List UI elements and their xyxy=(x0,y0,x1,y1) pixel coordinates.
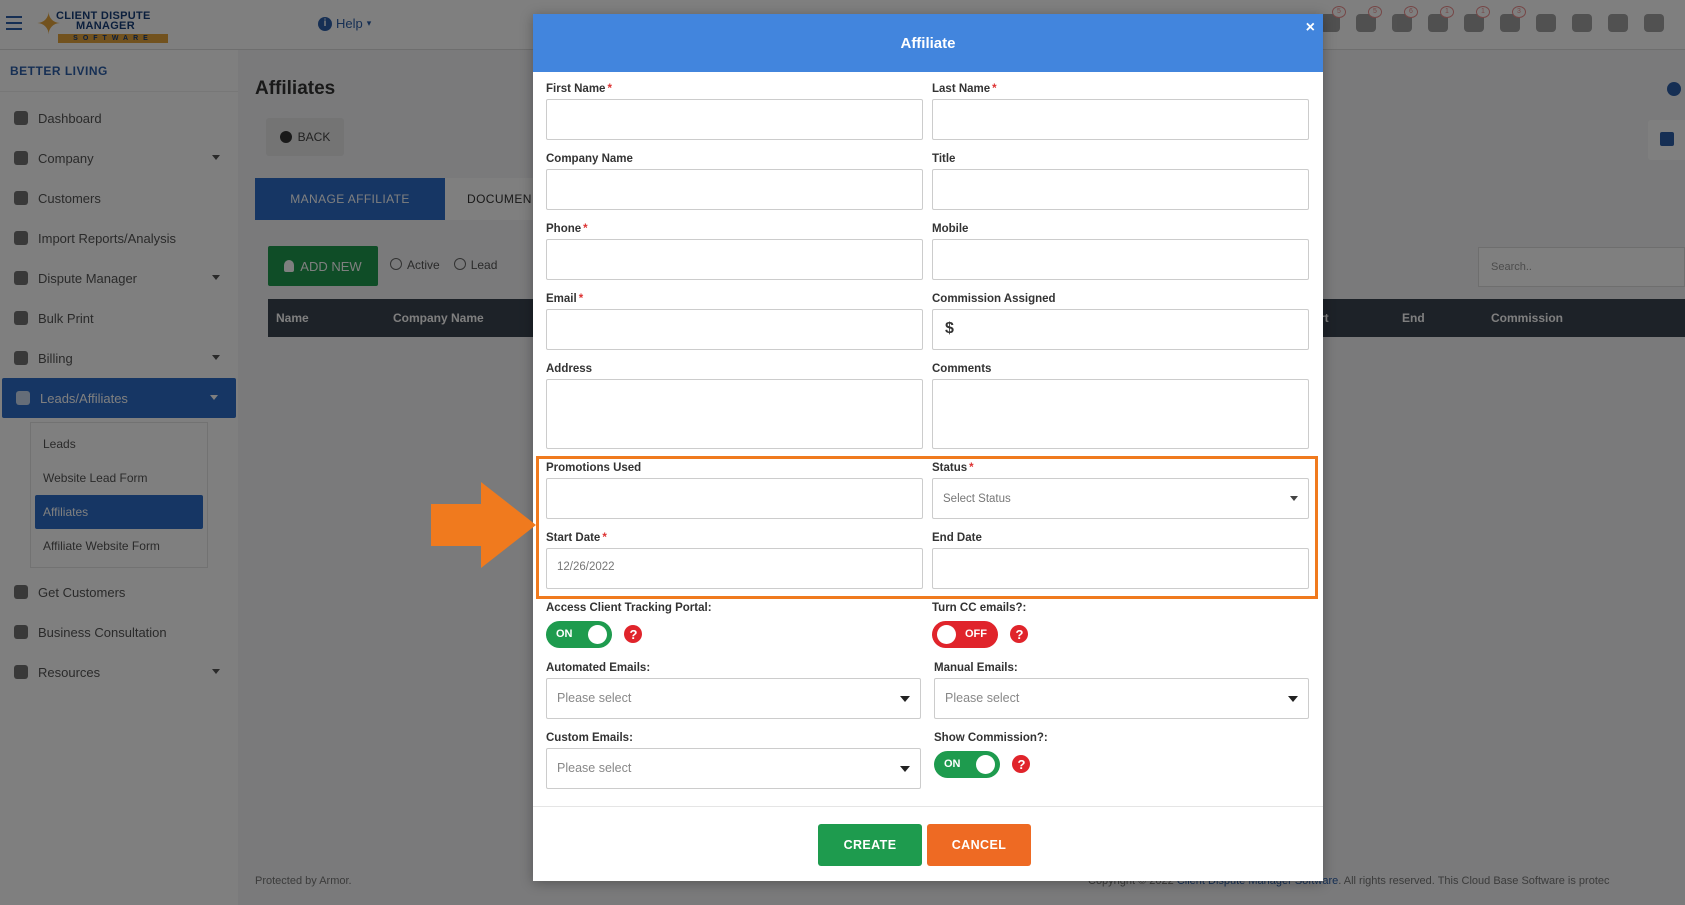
required-mark: * xyxy=(583,223,588,235)
phone-group: Phone * xyxy=(546,222,923,280)
email-label: Email * xyxy=(546,292,923,306)
show-commission-toggle[interactable]: ON xyxy=(934,751,1000,778)
first-name-group: First Name * xyxy=(546,82,923,140)
toggle-state: ON xyxy=(944,758,961,770)
title-label: Title xyxy=(932,153,956,165)
dollar-icon: $ xyxy=(945,320,954,337)
company-name-group: Company Name xyxy=(546,152,923,210)
address-label: Address xyxy=(546,363,593,375)
company-name-label: Company Name xyxy=(546,153,633,165)
manual-emails-label: Manual Emails: xyxy=(934,662,1018,674)
commission-label: Commission Assigned xyxy=(932,293,1056,305)
label-text: Phone xyxy=(546,223,582,235)
toggle-knob xyxy=(937,625,956,644)
toggle-state: ON xyxy=(556,628,573,640)
pointer-arrow-icon xyxy=(431,482,536,568)
comments-textarea[interactable] xyxy=(932,379,1309,449)
cancel-button[interactable]: CANCEL xyxy=(927,824,1031,866)
tracking-portal-label: Access Client Tracking Portal: xyxy=(546,602,712,614)
mobile-label: Mobile xyxy=(932,223,969,235)
email-input[interactable] xyxy=(546,309,923,350)
company-name-input[interactable] xyxy=(546,169,923,210)
address-textarea[interactable] xyxy=(546,379,923,449)
last-name-label: Last Name * xyxy=(932,82,1309,96)
title-input[interactable] xyxy=(932,169,1309,210)
affiliate-modal: Affiliate × First Name * Last Name * Compa… xyxy=(533,14,1323,881)
commission-group: Commission Assigned $ xyxy=(932,292,1309,350)
commission-input[interactable]: $ xyxy=(932,309,1309,350)
cc-emails-label: Turn CC emails?: xyxy=(932,602,1027,614)
toggle-state: OFF xyxy=(965,628,987,640)
manual-emails-select[interactable]: Please select xyxy=(934,678,1309,719)
required-mark: * xyxy=(578,293,584,305)
first-name-label: First Name * xyxy=(546,82,923,96)
caret-down-icon xyxy=(900,696,910,702)
caret-down-icon xyxy=(1288,696,1298,702)
last-name-group: Last Name * xyxy=(932,82,1309,140)
label-text: Email xyxy=(546,293,577,305)
modal-header: Affiliate × xyxy=(533,14,1323,72)
custom-emails-select[interactable]: Please select xyxy=(546,748,921,789)
comments-group: Comments xyxy=(932,362,1309,449)
show-commission-group: Show Commission?: ON ? xyxy=(934,731,1048,783)
help-question-icon[interactable]: ? xyxy=(1012,755,1031,773)
phone-label: Phone * xyxy=(546,222,923,236)
caret-down-icon xyxy=(900,766,910,772)
close-icon[interactable]: × xyxy=(1306,18,1315,38)
label-text: Last Name xyxy=(932,83,991,95)
first-name-input[interactable] xyxy=(546,99,923,140)
create-button[interactable]: CREATE xyxy=(818,824,922,866)
cc-emails-toggle[interactable]: OFF xyxy=(932,621,998,648)
automated-emails-select[interactable]: Please select xyxy=(546,678,921,719)
last-name-input[interactable] xyxy=(932,99,1309,140)
custom-emails-label: Custom Emails: xyxy=(546,732,633,744)
address-group: Address xyxy=(546,362,923,449)
mobile-group: Mobile xyxy=(932,222,1309,280)
automated-emails-group: Automated Emails: Please select xyxy=(546,661,921,719)
phone-input[interactable] xyxy=(546,239,923,280)
custom-emails-group: Custom Emails: Please select xyxy=(546,731,921,789)
mobile-input[interactable] xyxy=(932,239,1309,280)
label-text: First Name xyxy=(546,83,606,95)
show-commission-label: Show Commission?: xyxy=(934,732,1048,744)
highlight-box xyxy=(536,456,1318,599)
email-group: Email * xyxy=(546,292,923,350)
required-mark: * xyxy=(607,83,612,95)
cc-emails-group: Turn CC emails?: OFF ? xyxy=(932,601,1029,653)
toggle-knob xyxy=(588,625,607,644)
tracking-portal-toggle[interactable]: ON xyxy=(546,621,612,648)
required-mark: * xyxy=(992,83,997,95)
tracking-portal-group: Access Client Tracking Portal: ON ? xyxy=(546,601,712,653)
comments-label: Comments xyxy=(932,363,992,375)
manual-emails-group: Manual Emails: Please select xyxy=(934,661,1309,719)
automated-emails-label: Automated Emails: xyxy=(546,662,651,674)
select-value: Please select xyxy=(557,691,632,705)
select-value: Please select xyxy=(945,691,1020,705)
title-group: Title xyxy=(932,152,1309,210)
footer-divider xyxy=(533,806,1323,807)
help-question-icon[interactable]: ? xyxy=(1010,625,1029,643)
select-value: Please select xyxy=(557,761,632,775)
toggle-knob xyxy=(976,755,995,774)
modal-title: Affiliate xyxy=(900,34,956,52)
help-question-icon[interactable]: ? xyxy=(624,625,643,643)
